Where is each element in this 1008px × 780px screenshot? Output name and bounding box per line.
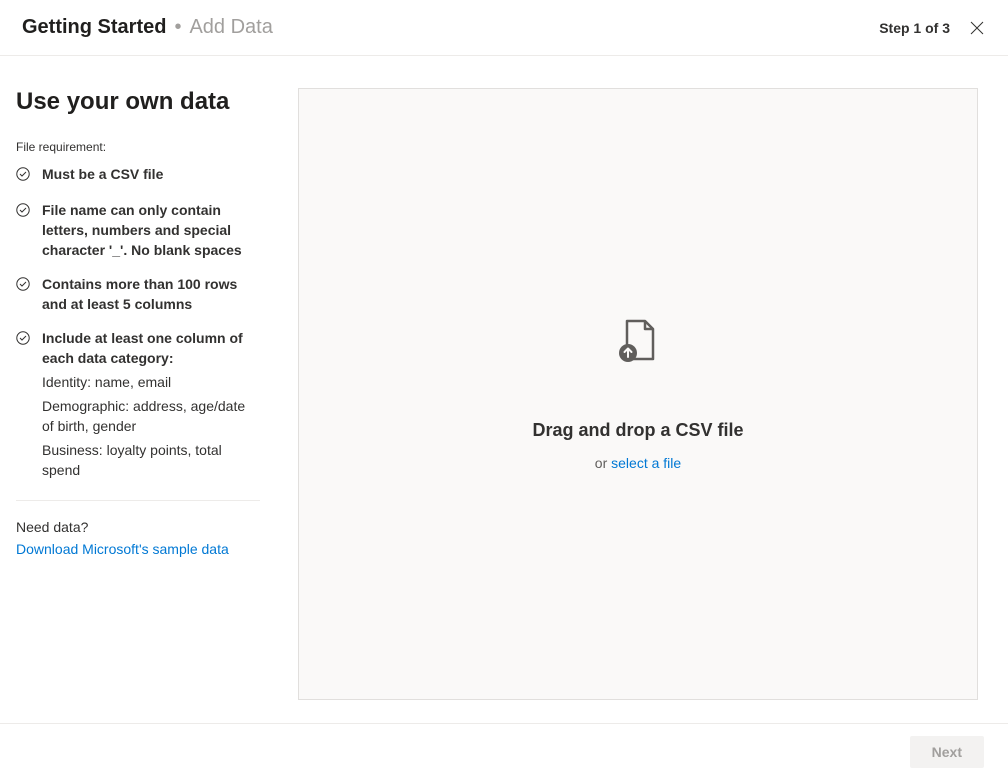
- requirement-sub: Identity: name, email: [42, 372, 260, 392]
- header: Getting Started • Add Data Step 1 of 3: [0, 0, 1008, 56]
- requirement-text: Must be a CSV file: [42, 164, 163, 186]
- upload-file-icon: [615, 317, 661, 368]
- check-circle-icon: [16, 203, 30, 260]
- sidebar-heading: Use your own data: [16, 88, 260, 116]
- requirement-sub: Demographic: address, age/date of birth,…: [42, 396, 260, 436]
- requirement-text: File name can only contain letters, numb…: [42, 200, 260, 260]
- file-requirement-label: File requirement:: [16, 140, 260, 154]
- select-file-link[interactable]: select a file: [611, 455, 681, 471]
- header-right: Step 1 of 3: [879, 20, 984, 36]
- check-circle-icon: [16, 277, 30, 314]
- file-dropzone[interactable]: Drag and drop a CSV file or select a fil…: [298, 88, 978, 700]
- close-button[interactable]: [970, 21, 984, 35]
- header-titles: Getting Started • Add Data: [22, 16, 273, 39]
- dropzone-or-text: or: [595, 455, 611, 471]
- download-sample-link[interactable]: Download Microsoft's sample data: [16, 541, 229, 557]
- dropzone-subtitle: or select a file: [595, 455, 681, 471]
- page-subtitle: Add Data: [189, 16, 272, 39]
- requirement-text: Contains more than 100 rows and at least…: [42, 274, 260, 314]
- need-data-label: Need data?: [16, 519, 260, 535]
- requirement-item: Include at least one column of each data…: [16, 328, 260, 480]
- requirement-sub: Business: loyalty points, total spend: [42, 440, 260, 480]
- close-icon: [970, 21, 984, 35]
- check-circle-icon: [16, 331, 30, 480]
- requirement-text: Include at least one column of each data…: [42, 328, 260, 480]
- footer: Next: [0, 723, 1008, 780]
- requirement-item: Contains more than 100 rows and at least…: [16, 274, 260, 314]
- page-title: Getting Started: [22, 16, 166, 39]
- requirements-list: Must be a CSV file File name can only co…: [16, 164, 260, 480]
- step-indicator: Step 1 of 3: [879, 20, 950, 36]
- dropzone-title: Drag and drop a CSV file: [532, 420, 743, 441]
- divider: [16, 500, 260, 501]
- content: Use your own data File requirement: Must…: [0, 56, 1008, 723]
- requirement-main-text: Include at least one column of each data…: [42, 330, 243, 366]
- check-circle-icon: [16, 167, 30, 186]
- next-button[interactable]: Next: [910, 736, 984, 768]
- requirement-item: File name can only contain letters, numb…: [16, 200, 260, 260]
- title-separator: •: [174, 16, 181, 39]
- requirement-item: Must be a CSV file: [16, 164, 260, 186]
- sidebar: Use your own data File requirement: Must…: [16, 88, 260, 699]
